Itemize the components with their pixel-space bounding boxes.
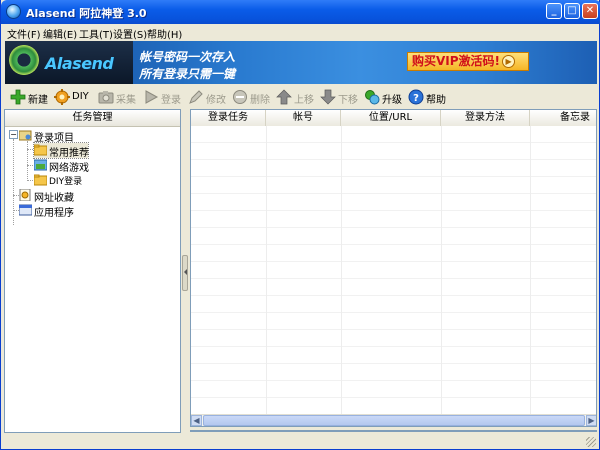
tree-item-recommended[interactable]: 常用推荐 [33,142,89,159]
horizontal-scrollbar[interactable]: ◀ ▶ [191,414,596,426]
new-button[interactable]: 新建 [10,88,48,106]
diy-label: DIY [72,91,89,102]
svg-text:?: ? [413,93,419,104]
tree-label: 登录项目 [34,133,74,144]
logo: Alasend [5,41,133,84]
help-button[interactable]: ? 帮助 [408,88,448,106]
login-label: 登录 [161,95,181,106]
move-down-button[interactable]: 下移 [320,88,358,106]
buy-vip-button[interactable]: 购买VIP激活码! ▶ [407,52,529,71]
task-panel: 任务管理 − 登录项目 常用推荐 网络游戏 DIY登录 网址收藏 应用程序 [4,109,181,433]
camera-icon [98,91,114,104]
tree-collapse-toggle[interactable]: − [9,130,18,139]
tree-label: 常用推荐 [49,148,89,159]
tree-label: DIY登录 [49,177,83,187]
grid-body[interactable] [191,126,596,416]
arrow-right-icon: ▶ [502,55,516,68]
window-title: Alasend 阿拉神登 3.0 [26,7,147,20]
help-label: 帮助 [426,95,446,106]
column-login-method[interactable]: 登录方法 [441,110,530,126]
upgrade-button[interactable]: 升级 [364,88,402,106]
column-memo[interactable]: 备忘录 [530,110,596,126]
minimize-button[interactable]: _ [546,3,562,19]
app-window-icon [19,204,32,216]
play-icon [145,90,159,104]
buy-vip-label: 购买VIP激活码! [412,54,501,68]
promo-banner: Alasend 帐号密码一次存入 所有登录只需一键 购买VIP激活码! ▶ [5,41,597,84]
folder-icon [34,174,47,186]
folder-key-icon [19,130,32,141]
task-panel-header: 任务管理 [5,110,180,127]
menu-file[interactable]: 文件(F) [7,26,41,41]
menu-help[interactable]: 帮助(H) [147,26,182,41]
edit-label: 修改 [206,95,226,106]
no-entry-icon [233,90,247,104]
menu-bar: 文件(F) 编辑(E) 工具(T) 设置(S) 帮助(H) [2,24,599,41]
logo-swirl-icon [9,45,39,75]
panel-splitter[interactable] [182,255,188,291]
tree-label: 网络游戏 [49,163,89,174]
close-button[interactable]: ✕ [582,3,598,19]
plus-icon [10,89,26,105]
edit-button[interactable]: 修改 [188,88,226,106]
bookmark-icon [19,189,31,201]
divider [190,430,597,432]
menu-settings[interactable]: 设置(S) [113,26,147,41]
scroll-left-icon[interactable]: ◀ [191,415,202,426]
upgrade-icon [365,90,380,105]
task-grid: 登录任务 帐号 位置/URL 登录方法 备忘录 ◀ ▶ [190,109,597,427]
tree-label: 网址收藏 [34,193,74,204]
status-bar [2,433,599,449]
column-login-task[interactable]: 登录任务 [191,110,266,126]
login-button[interactable]: 登录 [143,88,181,106]
column-location-url[interactable]: 位置/URL [341,110,441,126]
collect-button[interactable]: 采集 [98,88,136,106]
menu-edit[interactable]: 编辑(E) [43,26,77,41]
app-icon [6,4,21,19]
scroll-right-icon[interactable]: ▶ [586,415,596,426]
pencil-icon [189,90,203,104]
move-up-label: 上移 [294,95,314,106]
tree-label: 应用程序 [34,208,74,219]
main-window: Alasend 阿拉神登 3.0 _ □ ✕ 文件(F) 编辑(E) 工具(T)… [0,0,600,450]
delete-button[interactable]: 删除 [232,88,270,106]
logo-text: Alasend [45,54,114,73]
collect-label: 采集 [116,95,136,106]
resize-grip-icon[interactable] [586,437,596,447]
slogan-line-2: 所有登录只需一键 [139,67,236,81]
title-bar[interactable]: Alasend 阿拉神登 3.0 _ □ ✕ [1,0,600,24]
toolbar: 新建 DIY 采集 登录 修改 删除 上移 下移 升级 ? 帮助 [2,86,599,108]
gear-icon [54,89,70,105]
folder-icon [34,144,47,156]
arrow-down-icon [320,89,336,105]
upgrade-label: 升级 [382,95,402,106]
new-label: 新建 [28,95,48,106]
delete-label: 删除 [250,95,270,106]
arrow-up-icon [276,89,292,105]
diy-button[interactable]: DIY [54,88,90,106]
game-icon [34,159,47,171]
move-up-button[interactable]: 上移 [276,88,314,106]
help-icon: ? [408,89,424,105]
scroll-thumb[interactable] [203,415,585,426]
grid-header: 登录任务 帐号 位置/URL 登录方法 备忘录 [191,110,596,127]
move-down-label: 下移 [338,95,358,106]
menu-tools[interactable]: 工具(T) [79,26,113,41]
maximize-button[interactable]: □ [564,3,580,19]
column-account[interactable]: 帐号 [266,110,341,126]
slogan-line-1: 帐号密码一次存入 [139,50,236,64]
